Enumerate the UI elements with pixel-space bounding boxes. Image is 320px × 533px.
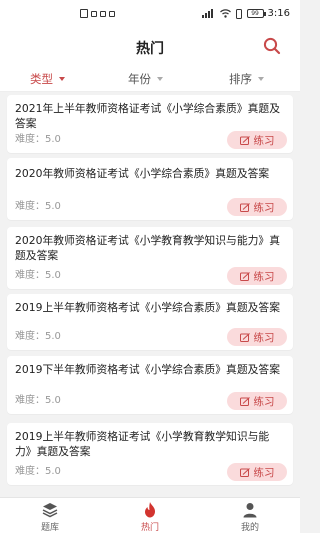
wifi-icon <box>219 9 231 18</box>
practice-button[interactable]: 练习 <box>227 131 287 149</box>
practice-label: 练习 <box>253 134 275 147</box>
practice-button[interactable]: 练习 <box>227 267 287 285</box>
difficulty-label: 难度：5.0 <box>15 331 61 342</box>
exam-title: 2019下半年教师资格考试《小学综合素质》真题及答案 <box>15 363 281 376</box>
tab-question-bank[interactable]: 题库 <box>20 501 80 533</box>
tab-hot[interactable]: 热门 <box>120 501 180 533</box>
edit-icon <box>239 467 250 477</box>
tab-profile[interactable]: 我的 <box>220 501 280 533</box>
difficulty-label: 难度：5.0 <box>15 395 61 406</box>
practice-label: 练习 <box>253 270 275 283</box>
filter-bar: 类型 年份 排序 <box>0 64 300 92</box>
bottom-tab-bar: 题库 热门 我的 <box>0 497 300 533</box>
practice-label: 练习 <box>253 201 275 214</box>
practice-label: 练习 <box>253 331 275 344</box>
difficulty-label: 难度：5.0 <box>15 466 61 477</box>
exam-title: 2019上半年教师资格考试《小学综合素质》真题及答案 <box>15 301 281 314</box>
user-icon <box>243 503 257 518</box>
exam-card[interactable]: 2020年教师资格证考试《小学教育教学知识与能力》真题及答案 难度：5.0 练习 <box>7 227 293 289</box>
edit-icon <box>239 332 250 342</box>
filter-type[interactable]: 类型 <box>30 71 65 87</box>
tab-label: 题库 <box>40 523 59 533</box>
page-title: 热门 <box>136 41 164 57</box>
practice-label: 练习 <box>253 395 275 408</box>
edit-icon <box>239 396 250 406</box>
exam-title: 2019上半年教师资格证考试《小学教育教学知识与能力》真题及答案 <box>15 430 270 458</box>
caret-down-icon <box>258 77 264 81</box>
edit-icon <box>239 202 250 212</box>
exam-card[interactable]: 2020年教师资格证考试《小学综合素质》真题及答案 难度：5.0 练习 <box>7 158 293 220</box>
vibrate-icon <box>235 8 242 19</box>
edit-icon <box>239 135 250 145</box>
flame-icon <box>145 502 155 518</box>
practice-button[interactable]: 练习 <box>227 198 287 216</box>
tab-label: 热门 <box>140 523 159 533</box>
signal-icon <box>201 9 213 18</box>
search-button[interactable] <box>262 36 282 56</box>
layers-icon <box>42 503 58 518</box>
practice-button[interactable]: 练习 <box>227 392 287 410</box>
notification-icons <box>80 9 115 18</box>
tab-label: 我的 <box>240 523 259 533</box>
battery-icon: 99 <box>246 9 266 18</box>
sim-icon <box>80 9 88 18</box>
filter-label: 排序 <box>229 72 252 86</box>
exam-title: 2020年教师资格证考试《小学综合素质》真题及答案 <box>15 167 270 180</box>
edit-icon <box>239 271 250 281</box>
app-header: 热门 <box>0 30 300 64</box>
difficulty-label: 难度：5.0 <box>15 270 61 281</box>
practice-button[interactable]: 练习 <box>227 463 287 481</box>
notification-icon <box>109 10 115 17</box>
difficulty-label: 难度：5.0 <box>15 201 61 212</box>
exam-title: 2021年上半年教师资格证考试《小学综合素质》真题及答案 <box>15 102 281 130</box>
search-icon <box>263 37 281 55</box>
notification-icon <box>100 10 106 17</box>
difficulty-label: 难度：5.0 <box>15 134 61 145</box>
status-bar: 99 3:16 <box>0 0 300 30</box>
caret-down-icon <box>157 77 163 81</box>
exam-card[interactable]: 2019上半年教师资格证考试《小学教育教学知识与能力》真题及答案 难度：5.0 … <box>7 423 293 485</box>
filter-label: 年份 <box>128 72 151 86</box>
filter-sort[interactable]: 排序 <box>229 71 264 87</box>
notification-icon <box>91 10 97 17</box>
filter-year[interactable]: 年份 <box>128 71 163 87</box>
exam-card[interactable]: 2019下半年教师资格考试《小学综合素质》真题及答案 难度：5.0 练习 <box>7 356 293 414</box>
clock: 3:16 <box>267 8 290 19</box>
practice-label: 练习 <box>253 466 275 479</box>
system-icons: 99 3:16 <box>201 8 290 19</box>
exam-card[interactable]: 2021年上半年教师资格证考试《小学综合素质》真题及答案 难度：5.0 练习 <box>7 95 293 153</box>
exam-card[interactable]: 2019上半年教师资格考试《小学综合素质》真题及答案 难度：5.0 练习 <box>7 294 293 350</box>
filter-label: 类型 <box>30 72 53 86</box>
practice-button[interactable]: 练习 <box>227 328 287 346</box>
caret-down-icon <box>59 77 65 81</box>
exam-title: 2020年教师资格证考试《小学教育教学知识与能力》真题及答案 <box>15 234 281 262</box>
